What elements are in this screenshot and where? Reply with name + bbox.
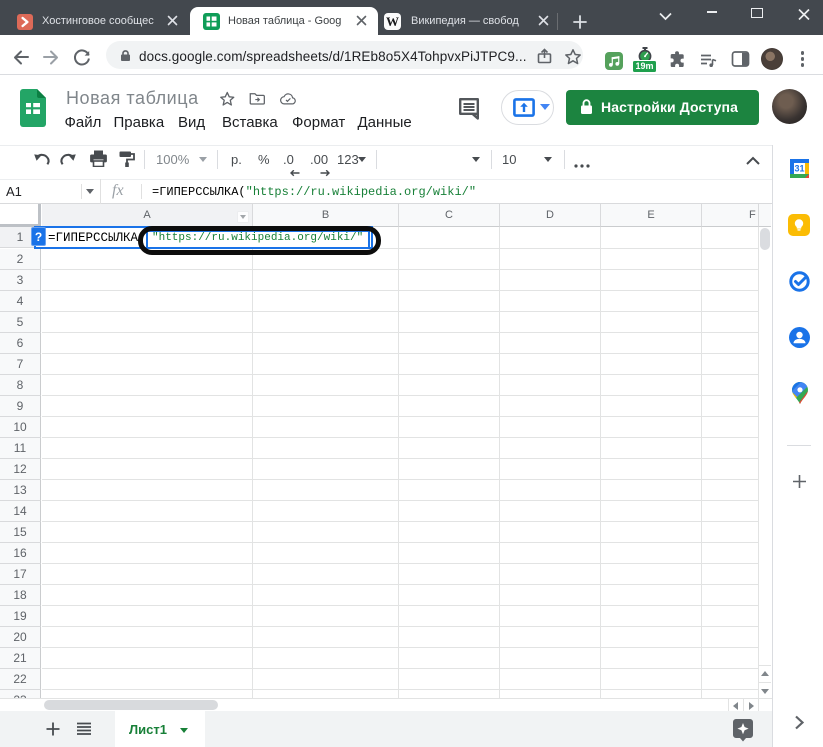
svg-text:31: 31: [794, 164, 804, 174]
